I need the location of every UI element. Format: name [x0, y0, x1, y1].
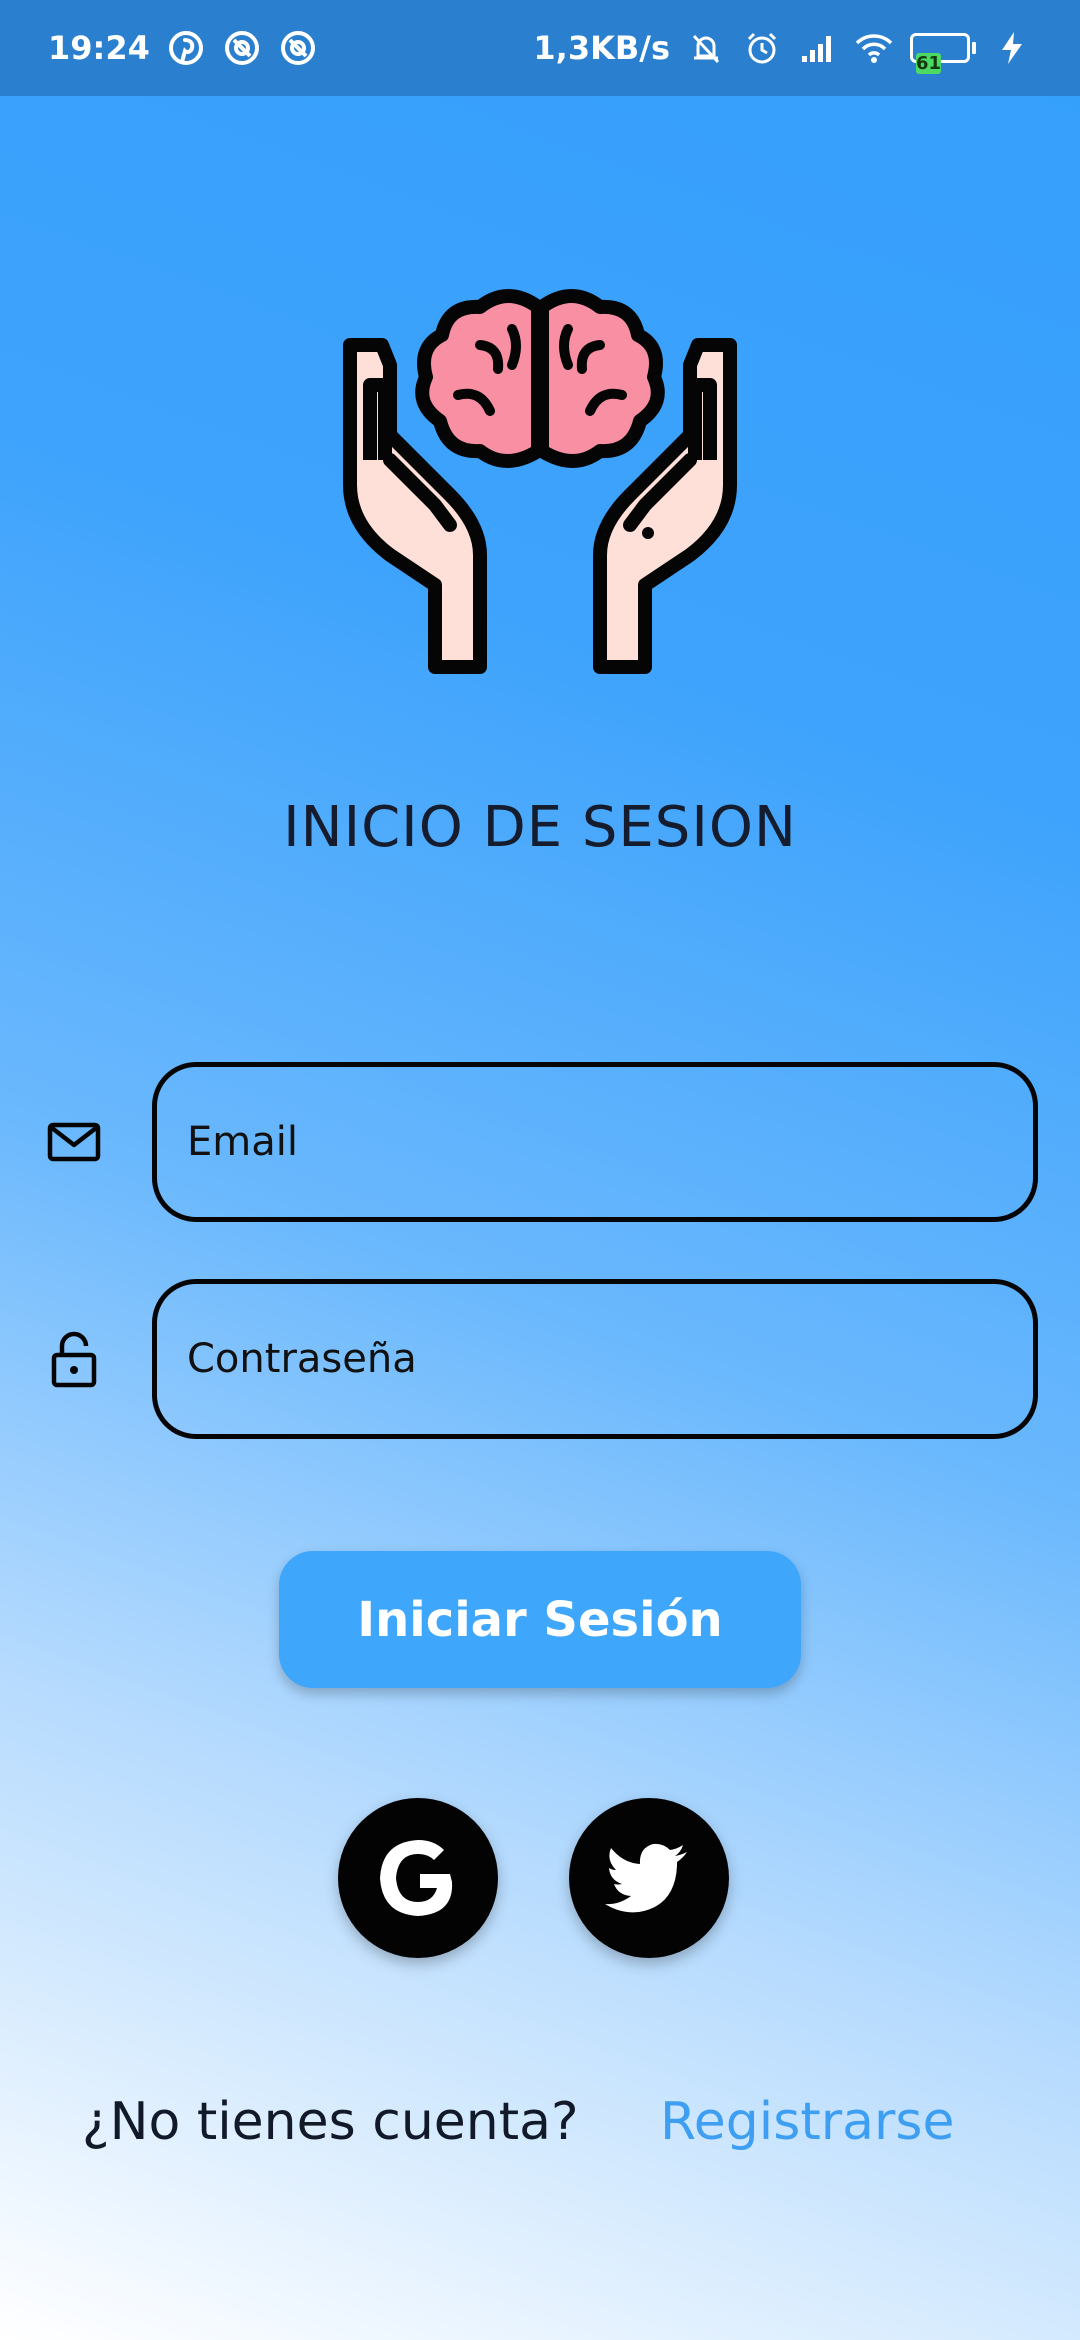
status-bar: 19:24 1,3KB/s 61 [0, 0, 1080, 96]
charging-icon [992, 28, 1032, 68]
no-account-text: ¿No tienes cuenta? [82, 2092, 579, 2152]
battery-level: 61 [916, 53, 942, 74]
battery-icon: 61 [910, 33, 976, 74]
register-link[interactable]: Registrarse [660, 2092, 954, 2152]
signal-icon [798, 28, 838, 68]
twitter-icon [605, 1843, 687, 1913]
page-title: INICIO DE SESION [283, 795, 797, 860]
clock: 19:24 [48, 29, 150, 67]
google-login-button[interactable] [338, 1798, 498, 1958]
alarm-icon [742, 28, 782, 68]
google-icon [380, 1840, 453, 1916]
email-row [0, 1062, 1080, 1222]
brain-in-hands-icon [330, 285, 750, 675]
password-row [0, 1279, 1080, 1439]
email-field[interactable] [152, 1062, 1038, 1222]
network-speed: 1,3KB/s [533, 29, 670, 67]
pinterest-icon [166, 28, 206, 68]
login-button[interactable]: Iniciar Sesión [279, 1551, 801, 1688]
wifi-icon [854, 28, 894, 68]
status-bar-right: 1,3KB/s 61 [533, 28, 1032, 74]
mute-icon [686, 28, 726, 68]
mail-icon [44, 1112, 104, 1172]
app-notification-icon [222, 28, 262, 68]
twitter-login-button[interactable] [569, 1798, 729, 1958]
status-bar-left: 19:24 [48, 28, 318, 68]
lock-icon [44, 1329, 104, 1389]
password-field[interactable] [152, 1279, 1038, 1439]
app-notification-icon [278, 28, 318, 68]
